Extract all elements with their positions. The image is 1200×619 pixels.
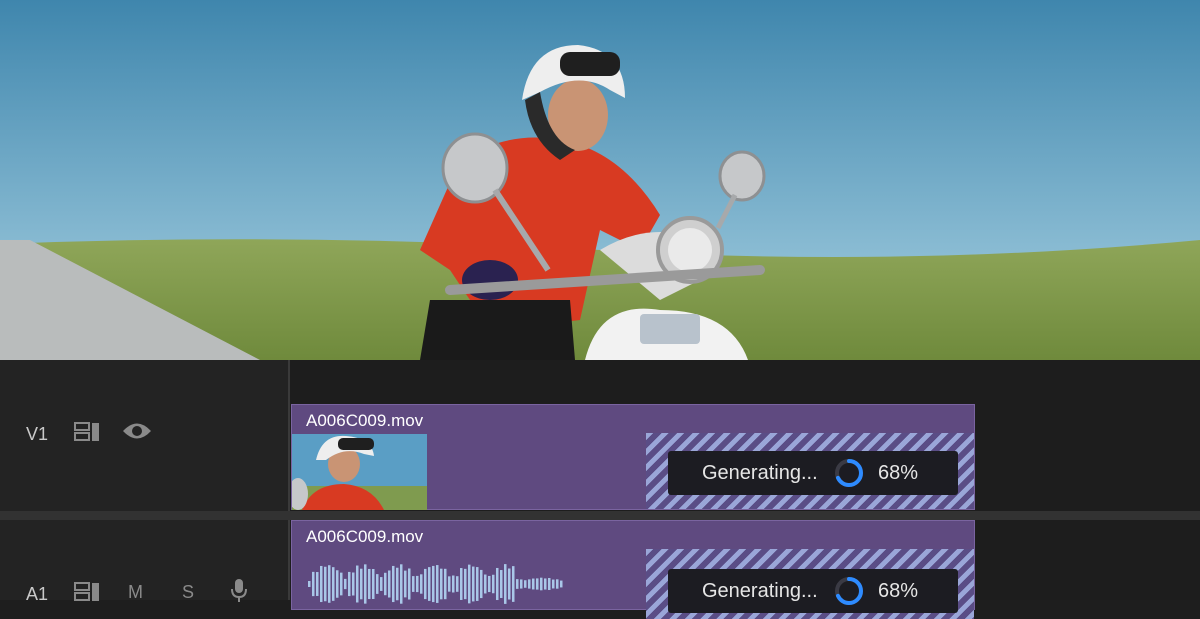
generating-status: Generating... 68%: [668, 569, 958, 613]
waveform-bar: [488, 575, 491, 593]
waveform-bar: [560, 580, 563, 588]
waveform-bar: [508, 568, 511, 600]
waveform-bar: [500, 570, 503, 598]
waveform-bar: [436, 565, 439, 603]
waveform-bar: [312, 571, 315, 597]
waveform-bar: [324, 566, 327, 602]
clip-settings-icon[interactable]: [74, 422, 100, 447]
track-separator: [0, 511, 1200, 520]
waveform-bar: [540, 577, 543, 591]
waveform-bar: [476, 567, 479, 601]
waveform-bar: [404, 570, 407, 598]
clip-name: A006C009.mov: [306, 411, 424, 430]
track-headers: [0, 360, 288, 600]
waveform-bar: [528, 579, 531, 589]
waveform-bar: [340, 572, 343, 596]
waveform-bar: [556, 579, 559, 589]
progress-ring-icon: [835, 459, 863, 487]
waveform-bar: [336, 570, 339, 598]
timeline-panel: V1 A006C009.mov Generating... 68% A1 M S…: [0, 360, 1200, 619]
waveform-bar: [484, 574, 487, 594]
waveform-bar: [504, 564, 507, 604]
waveform-bar: [396, 567, 399, 601]
waveform-bar: [464, 568, 467, 600]
waveform-bar: [416, 575, 419, 593]
eye-icon[interactable]: [122, 420, 152, 447]
waveform-bar: [376, 574, 379, 594]
waveform-bar: [468, 564, 471, 604]
waveform-bar: [368, 568, 371, 600]
waveform-bar: [308, 581, 311, 587]
waveform-bar: [344, 578, 347, 590]
waveform-bar: [392, 565, 395, 603]
video-preview: [0, 0, 1200, 360]
waveform-bar: [360, 568, 363, 600]
clip-thumbnail: [292, 434, 427, 510]
waveform-bar: [328, 565, 331, 603]
waveform-bar: [428, 567, 431, 601]
waveform-bar: [496, 567, 499, 601]
waveform-bar: [356, 565, 359, 603]
generating-label: Generating...: [702, 462, 818, 484]
waveform-bar: [372, 569, 375, 599]
waveform-bar: [352, 572, 355, 596]
waveform-bar: [524, 580, 527, 588]
waveform-bar: [516, 579, 519, 589]
waveform-bar: [424, 568, 427, 600]
waveform-bar: [388, 570, 391, 598]
generating-overlay: Generating... 68%: [646, 433, 974, 509]
waveform-bar: [408, 568, 411, 600]
clip-settings-icon[interactable]: [74, 582, 100, 607]
waveform-bar: [420, 574, 423, 594]
audio-clip[interactable]: A006C009.mov Generating... 68%: [291, 520, 975, 619]
track-header-divider: [288, 360, 290, 600]
waveform-bar: [532, 578, 535, 590]
waveform-bar: [452, 575, 455, 593]
waveform-bar: [472, 566, 475, 602]
waveform-bar: [320, 565, 323, 603]
waveform-bar: [364, 564, 367, 604]
waveform-bar: [348, 571, 351, 597]
preview-frame-image: [0, 0, 1200, 360]
clip-name: A006C009.mov: [306, 527, 424, 546]
waveform-bar: [548, 577, 551, 591]
waveform-bar: [332, 567, 335, 601]
waveform-bar: [316, 572, 319, 596]
waveform-bar: [536, 578, 539, 590]
waveform-bar: [400, 564, 403, 604]
waveform-bar: [460, 568, 463, 600]
progress-ring-icon: [835, 577, 863, 605]
waveform-bar: [520, 579, 523, 589]
waveform-bar: [444, 568, 447, 600]
generating-status: Generating... 68%: [668, 451, 958, 495]
waveform-bar: [412, 576, 415, 592]
audio-waveform: [308, 564, 563, 604]
microphone-icon[interactable]: [230, 578, 248, 607]
waveform-bar: [448, 576, 451, 592]
waveform-bar: [544, 578, 547, 590]
waveform-bar: [440, 568, 443, 600]
waveform-bar: [552, 579, 555, 589]
track-label-a1[interactable]: A1: [26, 584, 48, 605]
waveform-bar: [384, 572, 387, 596]
waveform-bar: [456, 576, 459, 592]
progress-percent: 68%: [878, 462, 919, 484]
waveform-bar: [480, 569, 483, 599]
waveform-bar: [512, 566, 515, 602]
track-label-v1[interactable]: V1: [26, 424, 48, 445]
waveform-bar: [492, 574, 495, 594]
generating-overlay: Generating... 68%: [646, 549, 974, 619]
waveform-bar: [380, 577, 383, 591]
waveform-bar: [432, 565, 435, 603]
video-clip[interactable]: A006C009.mov Generating... 68%: [291, 404, 975, 510]
